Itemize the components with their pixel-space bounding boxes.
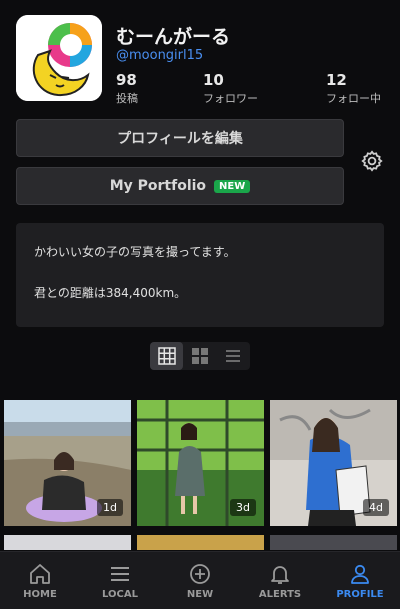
profile-avatar[interactable] <box>16 15 102 101</box>
nav-new-label: NEW <box>186 588 214 600</box>
edit-profile-label: プロフィールを編集 <box>117 131 243 147</box>
photo-tile[interactable]: 3d <box>137 400 264 526</box>
user-icon <box>351 564 369 584</box>
edit-profile-button[interactable]: プロフィールを編集 <box>16 119 344 157</box>
photo-grid: 1d 3d 4d <box>4 400 397 550</box>
stat-posts-count: 98 <box>116 71 137 89</box>
photo-tile[interactable]: 1d <box>4 400 131 526</box>
grid-large-view-button[interactable] <box>150 342 183 370</box>
nav-profile[interactable]: PROFILE <box>320 552 400 609</box>
new-badge: NEW <box>214 179 251 193</box>
stat-following[interactable]: 12 フォロー中 <box>326 71 381 106</box>
home-icon <box>30 563 50 584</box>
nav-home[interactable]: HOME <box>0 552 80 609</box>
photo-tile-partial[interactable] <box>270 535 397 550</box>
stat-following-count: 12 <box>326 71 347 89</box>
bio-line-2: 君との距離は384,400km。 <box>34 285 187 300</box>
bio-line-1: かわいい女の子の写真を撮ってます。 <box>34 245 236 259</box>
nav-alerts-label: ALERTS <box>258 588 302 600</box>
post-age-badge: 3d <box>230 499 256 516</box>
settings-gear-icon[interactable] <box>360 149 384 173</box>
nav-local-label: LOCAL <box>102 588 138 600</box>
avatar-image <box>16 15 102 101</box>
profile-handle[interactable]: @moongirl15 <box>116 48 203 63</box>
list-view-button[interactable] <box>216 342 249 370</box>
list-icon <box>225 350 240 362</box>
photo-tile[interactable]: 4d <box>270 400 397 526</box>
bottom-navigation: HOME LOCAL NEW ALERTS PROFILE <box>0 551 400 609</box>
profile-bio: かわいい女の子の写真を撮ってます。 君との距離は384,400km。 <box>16 223 384 327</box>
nav-alerts[interactable]: ALERTS <box>240 552 320 609</box>
nav-home-label: HOME <box>23 588 57 600</box>
stat-posts[interactable]: 98 投稿 <box>116 71 138 106</box>
stat-followers-label: フォロワー <box>203 92 258 105</box>
profile-display-name: むーんがーる <box>116 26 231 48</box>
grid-small-icon <box>191 348 208 364</box>
photo-tile-partial[interactable] <box>4 535 131 550</box>
portfolio-button[interactable]: My Portfolio NEW <box>16 167 344 205</box>
nav-profile-label: PROFILE <box>336 588 384 600</box>
portfolio-label: My Portfolio <box>109 178 207 194</box>
stat-followers-count: 10 <box>203 71 224 89</box>
stat-following-label: フォロー中 <box>326 92 381 105</box>
post-age-badge: 4d <box>363 499 389 516</box>
bell-icon <box>271 565 289 584</box>
stat-posts-label: 投稿 <box>116 92 138 105</box>
stat-followers[interactable]: 10 フォロワー <box>203 71 258 106</box>
grid-small-view-button[interactable] <box>183 342 216 370</box>
view-mode-toggle <box>150 342 250 370</box>
list-icon <box>111 566 129 581</box>
post-age-badge: 1d <box>97 499 123 516</box>
grid-large-icon <box>157 347 176 365</box>
plus-circle-icon <box>190 563 210 584</box>
nav-new[interactable]: NEW <box>160 552 240 609</box>
nav-local[interactable]: LOCAL <box>80 552 160 609</box>
photo-tile-partial[interactable] <box>137 535 264 550</box>
